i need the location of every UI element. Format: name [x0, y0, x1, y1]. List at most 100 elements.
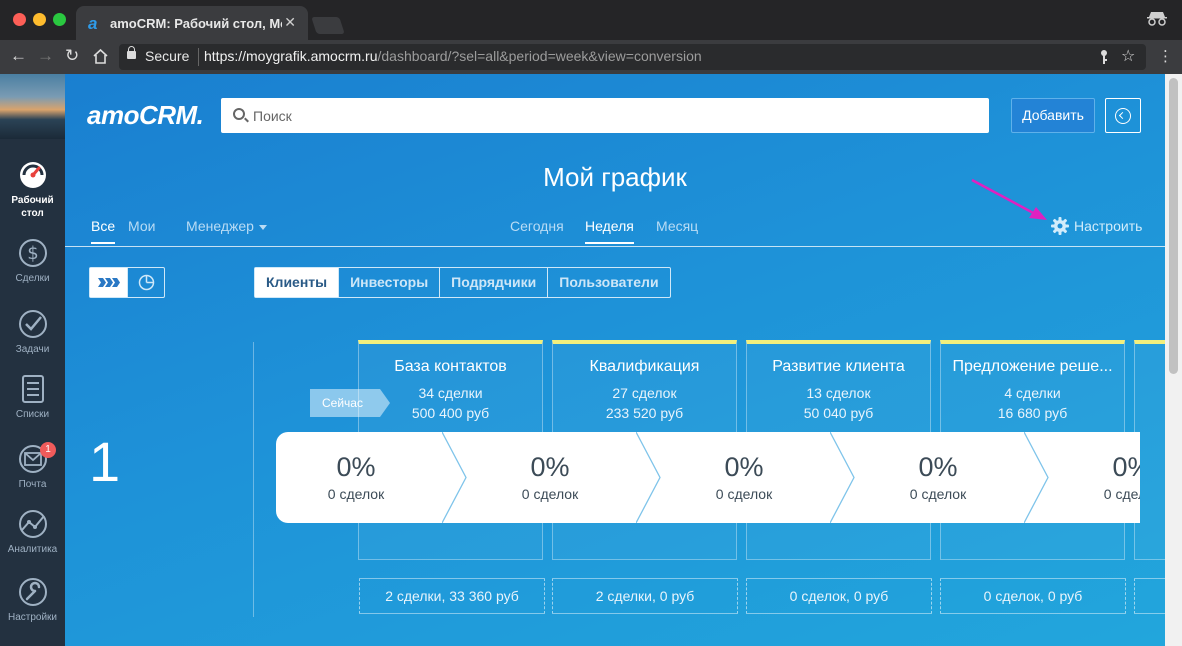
filter-manager[interactable]: Менеджер — [186, 218, 267, 234]
conversion-cell: 0% 0 сделок — [276, 432, 470, 523]
segment-contractors[interactable]: Подрядчики — [440, 268, 549, 297]
sidebar-item-label: Рабочий стол — [11, 195, 54, 219]
stage-deals: 27 сделок — [612, 385, 677, 401]
address-bar[interactable]: Secure https://moygrafik.amocrm.ru/dashb… — [119, 44, 1146, 70]
stage-total: 0 сделок, 0 руб — [940, 578, 1126, 614]
url-host: https://moygrafik.amocrm.ru — [204, 48, 378, 64]
sidebar-item-lists[interactable]: Списки — [0, 373, 65, 420]
conversion-count: 0 сделок — [715, 486, 773, 502]
pie-chart-icon — [138, 274, 155, 291]
filter-mine[interactable]: Мои — [128, 218, 155, 234]
sidebar-item-deals[interactable]: $ Сделки — [0, 237, 65, 284]
browser-tab[interactable]: a amoCRM: Рабочий стол, Мой ✕ — [76, 6, 308, 40]
search-input[interactable] — [253, 98, 973, 133]
home-icon[interactable] — [92, 48, 109, 65]
sidebar-item-dashboard[interactable]: Рабочий стол — [0, 158, 65, 220]
user-photo[interactable] — [0, 74, 65, 139]
amocrm-favicon-icon: a — [88, 14, 98, 33]
conversion-count: 0 сделок — [1103, 486, 1140, 502]
sidebar-item-analytics[interactable]: Аналитика — [0, 508, 65, 555]
key-icon[interactable] — [1099, 49, 1109, 65]
stage-total: 0 сделок, 0 руб — [746, 578, 932, 614]
pipeline-segment-control: Клиенты Инвесторы Подрядчики Пользовател… — [254, 267, 671, 298]
stage-deals: 13 сделок — [806, 385, 871, 401]
forward-arrow-icon[interactable]: → — [37, 47, 54, 65]
stage-sum: 500 400 руб — [411, 405, 490, 421]
stage-sum: 50 040 руб — [803, 405, 874, 421]
sidebar-item-label: Почта — [18, 479, 47, 490]
conversion-count: 0 сделок — [327, 486, 385, 502]
conversion-percent: 0% — [530, 452, 570, 482]
stage-name: Квалификация — [589, 358, 700, 375]
reload-icon[interactable]: ↻ — [65, 47, 79, 65]
sidebar-item-label: Сделки — [15, 273, 50, 284]
minimize-window-icon[interactable] — [33, 13, 46, 26]
pie-view-button[interactable] — [127, 268, 164, 297]
search-icon — [233, 108, 245, 120]
svg-text:$: $ — [27, 243, 38, 264]
period-month[interactable]: Месяц — [656, 218, 698, 234]
row-bracket — [253, 342, 268, 617]
sidebar-item-label: Аналитика — [7, 544, 58, 555]
settings-link[interactable]: Настроить — [1074, 218, 1142, 234]
secure-label: Secure — [145, 48, 190, 64]
view-toggle — [89, 267, 165, 298]
funnel-view-button[interactable] — [90, 268, 127, 297]
sidebar-item-mail[interactable]: 1 Почта — [0, 442, 65, 490]
scrollbar-thumb[interactable] — [1169, 78, 1178, 374]
sidebar-item-tasks[interactable]: Задачи — [0, 308, 65, 355]
url-path: /dashboard/?sel=all&period=week&view=con… — [377, 48, 702, 64]
chevron-right-icon — [442, 432, 467, 523]
conversion-cell: 0% 0 сделок — [664, 432, 858, 523]
back-button[interactable] — [1105, 98, 1141, 133]
period-week[interactable]: Неделя — [585, 218, 634, 244]
sidebar-item-settings[interactable]: Настройки — [0, 576, 65, 623]
segment-clients[interactable]: Клиенты — [255, 268, 340, 297]
conversion-percent: 0% — [1112, 452, 1140, 482]
sidebar: Рабочий стол $ Сделки Задачи Списки 1 По… — [0, 74, 65, 646]
close-window-icon[interactable] — [13, 13, 26, 26]
conversion-cell: 0% 0 сделок — [858, 432, 1052, 523]
main-area: amoCRM. Добавить Мой график Все Мои Мене… — [65, 74, 1165, 646]
conversion-percent: 0% — [336, 452, 376, 482]
chevron-down-icon — [258, 224, 267, 230]
browser-menu-icon[interactable]: ⋮ — [1158, 47, 1173, 65]
conversion-cell: 0% 0 сделок — [1052, 432, 1140, 523]
lock-icon — [127, 46, 136, 59]
search-box[interactable] — [221, 98, 989, 133]
filter-manager-label: Менеджер — [186, 218, 254, 234]
chevron-right-icon — [636, 432, 661, 523]
sidebar-item-label: Настройки — [7, 612, 58, 623]
gear-icon[interactable] — [1051, 217, 1069, 235]
amocrm-logo[interactable]: amoCRM. — [87, 100, 204, 131]
add-button[interactable]: Добавить — [1011, 98, 1095, 133]
maximize-window-icon[interactable] — [53, 13, 66, 26]
back-arrow-icon[interactable]: ← — [10, 47, 27, 65]
chevron-right-icon — [1024, 432, 1049, 523]
stage-name: Предложение реше... — [952, 358, 1113, 375]
period-today[interactable]: Сегодня — [510, 218, 564, 234]
page-scrollbar[interactable] — [1165, 74, 1182, 646]
stage-total: 2 сделки, 33 360 руб — [359, 578, 545, 614]
bookmark-star-icon[interactable]: ☆ — [1121, 46, 1135, 66]
url-text[interactable]: https://moygrafik.amocrm.ru/dashboard/?s… — [204, 48, 702, 64]
new-tab-button[interactable] — [311, 17, 345, 34]
segment-users[interactable]: Пользователи — [548, 268, 669, 297]
dollar-icon: $ — [18, 239, 47, 267]
incognito-icon — [1147, 12, 1167, 26]
stage-sum: 16 680 руб — [997, 405, 1068, 421]
stage-deals: 34 сделки — [418, 385, 483, 401]
conversion-percent: 0% — [724, 452, 764, 482]
funnel-arrows-icon — [98, 278, 120, 287]
filter-all[interactable]: Все — [91, 218, 116, 244]
close-tab-icon[interactable]: ✕ — [284, 14, 296, 31]
wrench-icon — [18, 578, 47, 606]
stage-name: Развитие клиента — [772, 358, 905, 375]
list-icon — [21, 375, 44, 403]
stage-sum: 233 520 руб — [605, 405, 684, 421]
check-icon — [18, 310, 47, 338]
browser-tab-bar: a amoCRM: Рабочий стол, Мой ✕ — [0, 0, 1182, 40]
segment-investors[interactable]: Инвесторы — [339, 268, 441, 297]
stage-total-partial — [1134, 578, 1165, 614]
back-circle-icon — [1115, 108, 1131, 124]
